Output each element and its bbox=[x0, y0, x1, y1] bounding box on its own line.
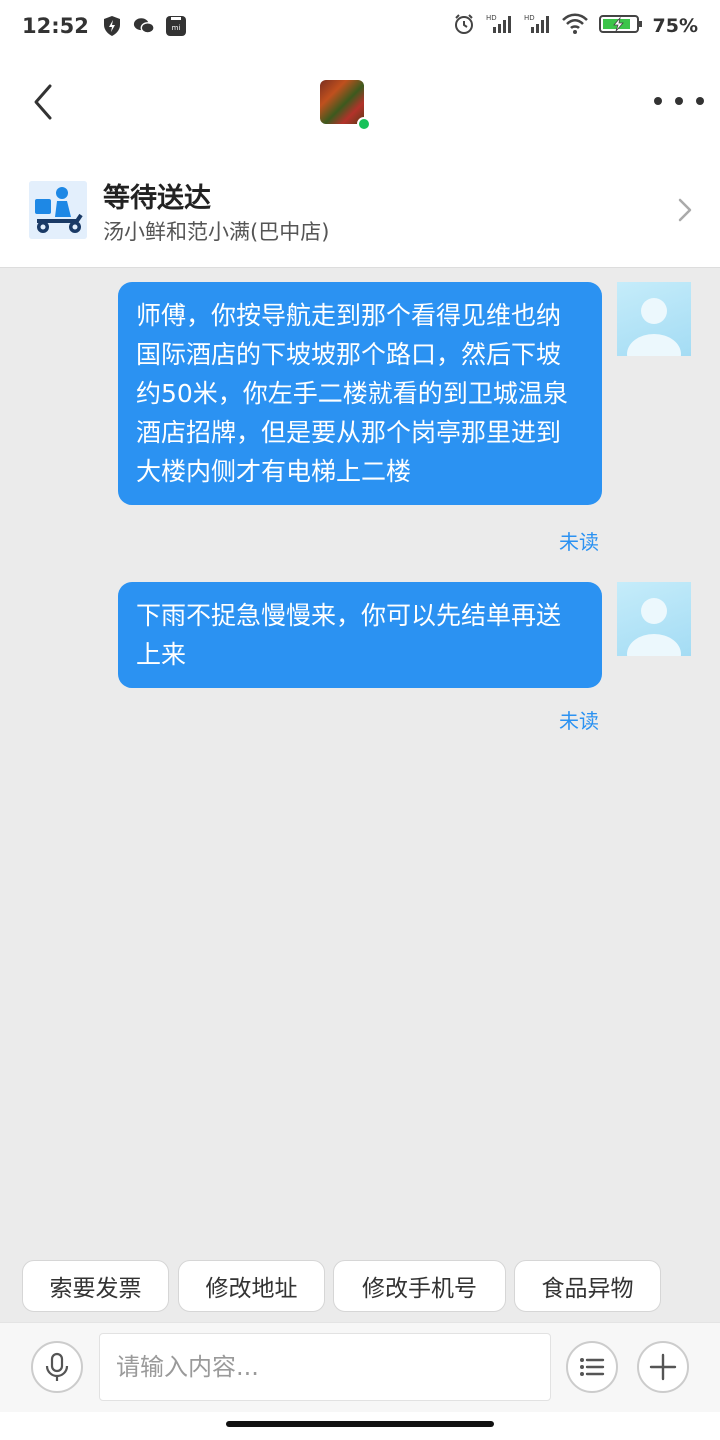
quick-reply-invoice[interactable]: 索要发票 bbox=[22, 1260, 169, 1312]
system-nav-bar bbox=[0, 1412, 720, 1440]
svg-text:HD: HD bbox=[524, 14, 535, 22]
chevron-right-icon bbox=[672, 196, 696, 224]
shop-avatar[interactable] bbox=[320, 80, 364, 124]
shield-bolt-icon bbox=[101, 15, 123, 37]
chevron-left-icon bbox=[34, 84, 52, 120]
status-time: 12:52 bbox=[22, 14, 89, 38]
message-bubble[interactable]: 下雨不捉急慢慢来，你可以先结单再送上来 bbox=[118, 582, 602, 688]
svg-text:mi: mi bbox=[171, 24, 180, 32]
mi-icon: mi bbox=[165, 15, 187, 37]
message-read-status: 未读 bbox=[559, 530, 599, 554]
user-avatar[interactable] bbox=[617, 582, 691, 656]
more-actions-button[interactable] bbox=[637, 1341, 689, 1393]
back-button[interactable] bbox=[26, 82, 66, 122]
user-avatar[interactable] bbox=[617, 282, 691, 356]
wifi-icon bbox=[561, 13, 589, 39]
more-dots-icon bbox=[654, 97, 662, 105]
alarm-icon bbox=[453, 13, 475, 39]
online-status-dot bbox=[357, 117, 371, 131]
list-icon bbox=[580, 1358, 605, 1376]
message-read-status: 未读 bbox=[559, 709, 599, 733]
order-status-title: 等待送达 bbox=[103, 183, 211, 214]
plus-icon bbox=[649, 1353, 677, 1381]
quick-reply-foreign-object[interactable]: 食品异物 bbox=[514, 1260, 661, 1312]
message-input[interactable] bbox=[99, 1333, 551, 1401]
microphone-icon bbox=[45, 1352, 69, 1381]
signal-hd-icon: HD bbox=[523, 13, 551, 39]
quick-reply-change-address[interactable]: 修改地址 bbox=[178, 1260, 325, 1312]
battery-percent: 75% bbox=[652, 15, 698, 37]
quick-phrases-button[interactable] bbox=[566, 1341, 618, 1393]
wechat-icon bbox=[133, 15, 155, 37]
order-status-card[interactable]: 等待送达 汤小鲜和范小满(巴中店) bbox=[0, 152, 720, 268]
voice-button[interactable] bbox=[31, 1341, 83, 1393]
battery-icon bbox=[598, 13, 643, 39]
quick-reply-change-phone[interactable]: 修改手机号 bbox=[333, 1260, 506, 1312]
input-bar bbox=[0, 1322, 720, 1412]
status-right: HD HD 75% bbox=[453, 13, 698, 39]
delivery-rider-icon bbox=[29, 181, 87, 239]
svg-text:HD: HD bbox=[486, 14, 497, 22]
message-bubble[interactable]: 师傅，你按导航走到那个看得见维也纳国际酒店的下坡坡那个路口，然后下坡约50米，你… bbox=[118, 282, 602, 505]
status-bar: 12:52 mi HD HD 75% bbox=[0, 0, 720, 52]
order-shop-name: 汤小鲜和范小满(巴中店) bbox=[103, 220, 330, 244]
chat-header bbox=[0, 52, 720, 152]
more-options-button[interactable] bbox=[654, 88, 704, 114]
signal-hd-icon: HD bbox=[485, 13, 513, 39]
home-indicator[interactable] bbox=[226, 1421, 494, 1427]
